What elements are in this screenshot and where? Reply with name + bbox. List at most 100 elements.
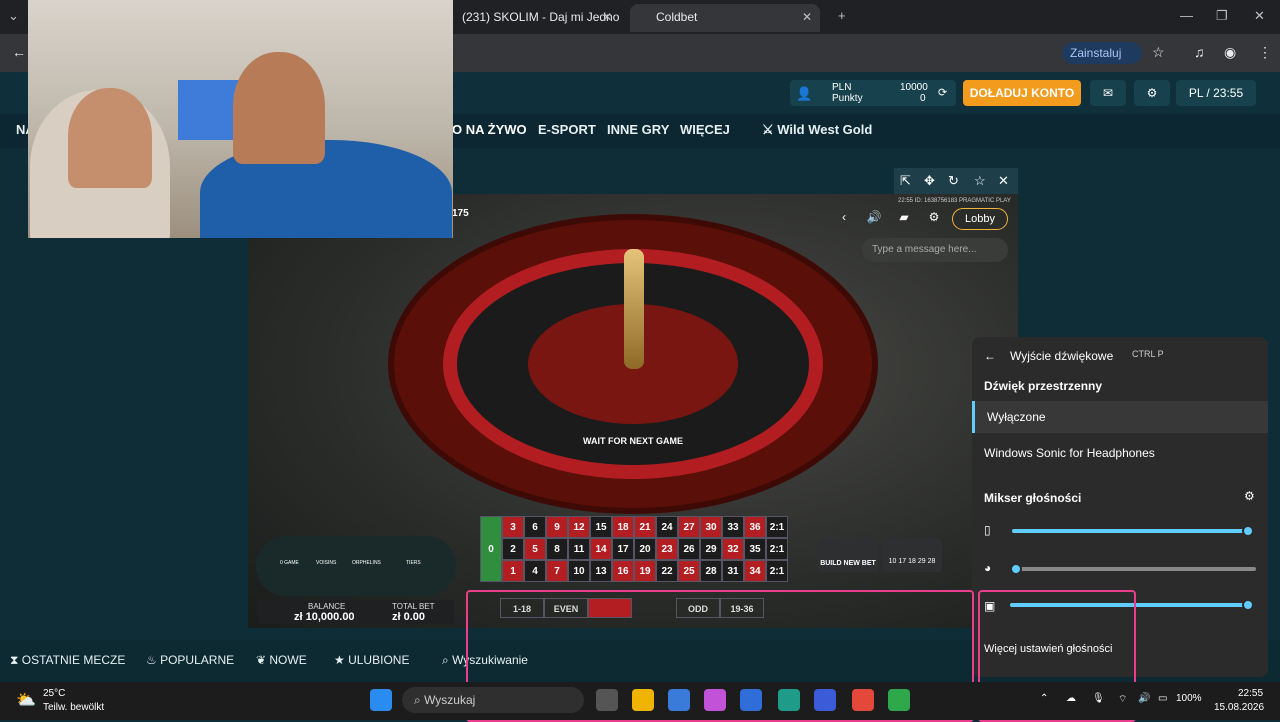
nav-item-more[interactable]: WIĘCEJ — [680, 122, 730, 137]
number-cell[interactable]: 32 — [722, 538, 744, 560]
number-cell[interactable]: 30 — [700, 516, 722, 538]
battery-icon[interactable]: ▭ — [1158, 693, 1167, 704]
tab-coldbet[interactable]: Coldbet ✕ — [630, 4, 820, 32]
onedrive-icon[interactable]: ☁ — [1066, 693, 1076, 704]
nav-item-esport[interactable]: E-SPORT — [538, 122, 596, 137]
app-icon[interactable] — [740, 689, 762, 711]
number-cell[interactable]: 15 — [590, 516, 612, 538]
number-cell[interactable]: 3 — [502, 516, 524, 538]
number-cell[interactable]: 6 — [524, 516, 546, 538]
tab-search-icon[interactable]: ⌄ — [8, 8, 19, 24]
chat-icon[interactable]: ▰ — [894, 210, 914, 230]
media-icon[interactable]: ♫ — [1194, 44, 1205, 60]
close-icon[interactable]: ✕ — [998, 173, 1009, 189]
number-cell[interactable]: 2 — [502, 538, 524, 560]
number-cell[interactable]: 33 — [722, 516, 744, 538]
task-view-icon[interactable] — [596, 689, 618, 711]
number-cell[interactable]: 29 — [700, 538, 722, 560]
lobby-button[interactable]: Lobby — [952, 208, 1008, 230]
number-cell[interactable]: 9 — [546, 516, 568, 538]
reload-icon[interactable]: ↻ — [948, 173, 959, 189]
number-cell[interactable]: 22 — [656, 560, 678, 582]
app-icon[interactable] — [888, 689, 910, 711]
tab-skolim[interactable]: (231) SKOLIM - Daj mi Jedno Sł ✕ — [450, 4, 620, 32]
store-icon[interactable] — [668, 689, 690, 711]
nav-item-other-games[interactable]: INNE GRY — [607, 122, 669, 137]
app-icon[interactable] — [814, 689, 836, 711]
star-icon[interactable]: ☆ — [1152, 44, 1165, 61]
minimize-icon[interactable]: — — [1180, 8, 1193, 23]
number-cell[interactable]: 31 — [722, 560, 744, 582]
close-icon[interactable]: ✕ — [802, 10, 812, 24]
number-cell[interactable]: 19 — [634, 560, 656, 582]
maximize-icon[interactable]: ❐ — [1216, 8, 1228, 24]
number-cell[interactable]: 20 — [634, 538, 656, 560]
number-cell[interactable]: 21 — [634, 516, 656, 538]
chrome-icon[interactable] — [852, 689, 874, 711]
copilot-icon[interactable] — [704, 689, 726, 711]
nav-item-live[interactable]: O NA ŻYWO — [452, 122, 527, 137]
microphone-icon[interactable]: 🎙 — [1092, 693, 1105, 704]
back-icon[interactable]: ‹ — [834, 210, 854, 230]
racetrack-panel[interactable]: 0 GAME VOISINS ORPHELINS TIERS — [256, 536, 456, 596]
file-explorer-icon[interactable] — [632, 689, 654, 711]
option-off[interactable]: Wyłączone — [972, 401, 1268, 433]
number-cell[interactable]: 10 — [568, 560, 590, 582]
number-cell[interactable]: 13 — [590, 560, 612, 582]
favorite-icon[interactable]: ☆ — [974, 173, 986, 189]
betting-grid[interactable]: 0 3 6 9 12 15 18 21 24 27 30 33 36 2:1 2 5 8 11 14 17 20 23 2… — [480, 516, 788, 582]
gear-icon[interactable]: ⚙ — [1244, 489, 1255, 503]
external-icon[interactable]: ⇱ — [900, 173, 911, 189]
number-cell[interactable]: 24 — [656, 516, 678, 538]
popular-link[interactable]: ♨ POPULARNE — [146, 653, 234, 667]
chat-input[interactable]: Type a message here... — [862, 238, 1008, 262]
zero-cell[interactable]: 0 — [480, 516, 502, 582]
number-cell[interactable]: 25 — [678, 560, 700, 582]
speaker-icon[interactable]: 🔊 — [864, 210, 884, 230]
number-cell[interactable]: 36 — [744, 516, 766, 538]
number-cell[interactable]: 18 — [612, 516, 634, 538]
taskbar-search[interactable]: ⌕ Wyszukaj — [402, 687, 584, 713]
number-cell[interactable]: 12 — [568, 516, 590, 538]
number-cell[interactable]: 11 — [568, 538, 590, 560]
menu-icon[interactable]: ⋮ — [1258, 44, 1272, 61]
build-bet-button[interactable]: BUILD NEW BET — [818, 538, 878, 572]
slider-knob[interactable] — [1242, 525, 1254, 537]
language-time[interactable]: PL / 23:55 — [1176, 80, 1256, 106]
install-button[interactable]: Zainstaluj — [1062, 42, 1142, 64]
number-cell[interactable]: 1 — [502, 560, 524, 582]
edge-icon[interactable] — [778, 689, 800, 711]
number-cell[interactable]: 2:1 — [766, 538, 788, 560]
number-cell[interactable]: 16 — [612, 560, 634, 582]
number-cell[interactable]: 5 — [524, 538, 546, 560]
number-cell[interactable]: 27 — [678, 516, 700, 538]
back-icon[interactable]: ← — [984, 349, 996, 363]
number-cell[interactable]: 34 — [744, 560, 766, 582]
slider-knob[interactable] — [1242, 599, 1254, 611]
profile-icon[interactable]: ◉ — [1224, 44, 1236, 61]
master-volume-slider[interactable] — [1012, 529, 1248, 533]
settings-icon[interactable]: ⚙ — [924, 210, 944, 230]
windows-start-icon[interactable] — [370, 689, 392, 711]
refresh-icon[interactable]: ⟳ — [938, 86, 947, 99]
move-icon[interactable]: ✥ — [924, 173, 935, 189]
recent-matches-link[interactable]: ⧗ OSTATNIE MECZE — [10, 653, 125, 668]
close-window-icon[interactable]: ✕ — [1254, 8, 1265, 24]
clock-date[interactable]: 15.08.2026 — [1214, 702, 1264, 713]
number-cell[interactable]: 23 — [656, 538, 678, 560]
gear-icon[interactable]: ⚙ — [1134, 80, 1170, 106]
number-cell[interactable]: 7 — [546, 560, 568, 582]
number-cell[interactable]: 2:1 — [766, 516, 788, 538]
deposit-button[interactable]: DOŁADUJ KONTO — [963, 80, 1081, 106]
number-cell[interactable]: 8 — [546, 538, 568, 560]
user-balance-box[interactable]: 👤 PLN Punkty 10000 0 ⟳ — [790, 80, 956, 106]
new-link[interactable]: ❦ NOWE — [256, 653, 307, 667]
favorites-link[interactable]: ★ ULUBIONE — [334, 653, 409, 667]
weather-icon[interactable]: ⛅ — [16, 690, 36, 710]
slider-knob[interactable] — [1010, 563, 1022, 575]
new-tab-icon[interactable]: + — [838, 8, 846, 23]
number-cell[interactable]: 28 — [700, 560, 722, 582]
option-windows-sonic[interactable]: Windows Sonic for Headphones — [972, 437, 1268, 469]
number-cell[interactable]: 26 — [678, 538, 700, 560]
mail-icon[interactable]: ✉ — [1090, 80, 1126, 106]
